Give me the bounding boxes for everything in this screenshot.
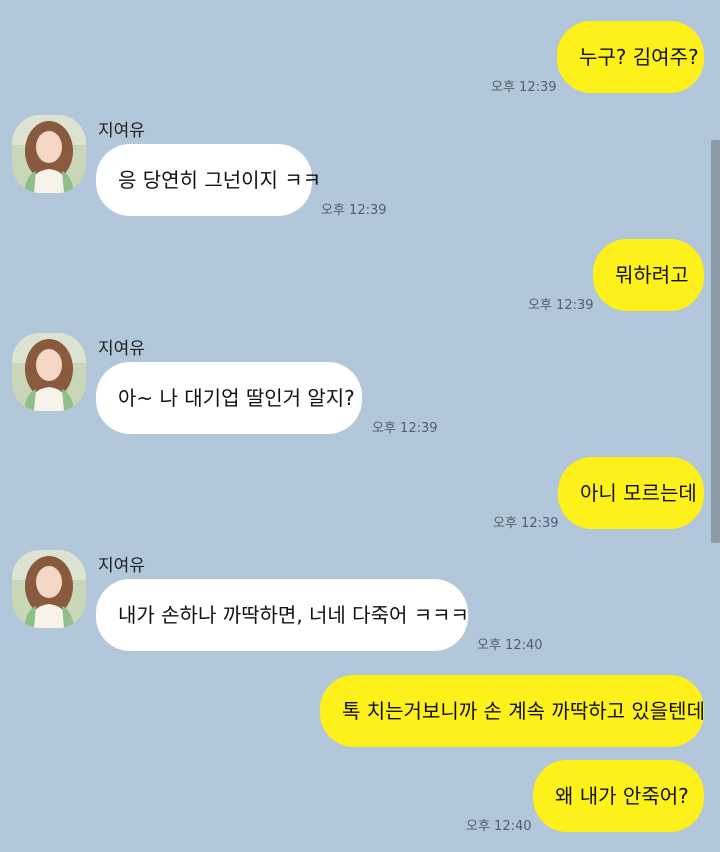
my-message-bubble[interactable]: 누구? 김여주?	[557, 21, 704, 93]
profile-avatar[interactable]	[12, 550, 86, 628]
profile-avatar[interactable]	[12, 333, 86, 411]
message-time: 오후 12:40	[466, 819, 532, 834]
message-text: 뭐하려고	[615, 263, 689, 287]
message-text: 톡 치는거보니까 손 계속 까딱하고 있을텐데	[342, 699, 705, 723]
sender-name: 지여유	[98, 121, 145, 141]
my-message-bubble[interactable]: 왜 내가 안죽어?	[533, 760, 704, 832]
message-text: 아~ 나 대기업 딸인거 알지?	[118, 386, 355, 410]
message-time: 오후 12:39	[321, 203, 387, 218]
chat-room[interactable]: 누구? 김여주? 오후 12:39 지여유 응 당연히 그넌이지 ㅋㅋ 오후 1…	[0, 0, 720, 852]
chat-scrollbar[interactable]	[711, 140, 720, 543]
message-time: 오후 12:39	[372, 421, 438, 436]
profile-photo	[12, 333, 86, 411]
profile-photo	[12, 115, 86, 193]
message-text: 왜 내가 안죽어?	[555, 784, 689, 808]
my-message-bubble[interactable]: 뭐하려고	[593, 239, 704, 311]
their-message-bubble[interactable]: 응 당연히 그넌이지 ㅋㅋ	[96, 144, 321, 216]
profile-avatar[interactable]	[12, 115, 86, 193]
message-text: 아니 모르는데	[580, 481, 697, 505]
message-time: 오후 12:39	[528, 298, 594, 313]
their-message-bubble[interactable]: 아~ 나 대기업 딸인거 알지?	[96, 362, 362, 434]
sender-name: 지여유	[98, 339, 145, 359]
their-message-bubble[interactable]: 내가 손하나 까딱하면, 너네 다죽어 ㅋㅋㅋ	[96, 579, 469, 651]
message-text: 응 당연히 그넌이지 ㅋㅋ	[118, 168, 322, 192]
my-message-bubble[interactable]: 톡 치는거보니까 손 계속 까딱하고 있을텐데	[320, 675, 705, 747]
message-time: 오후 12:40	[477, 638, 543, 653]
my-message-bubble[interactable]: 아니 모르는데	[558, 457, 704, 529]
sender-name: 지여유	[98, 556, 145, 576]
message-time: 오후 12:39	[491, 80, 557, 95]
message-time: 오후 12:39	[493, 516, 559, 531]
message-text: 누구? 김여주?	[579, 45, 699, 69]
message-text: 내가 손하나 까딱하면, 너네 다죽어 ㅋㅋㅋ	[118, 603, 469, 627]
profile-photo	[12, 550, 86, 628]
